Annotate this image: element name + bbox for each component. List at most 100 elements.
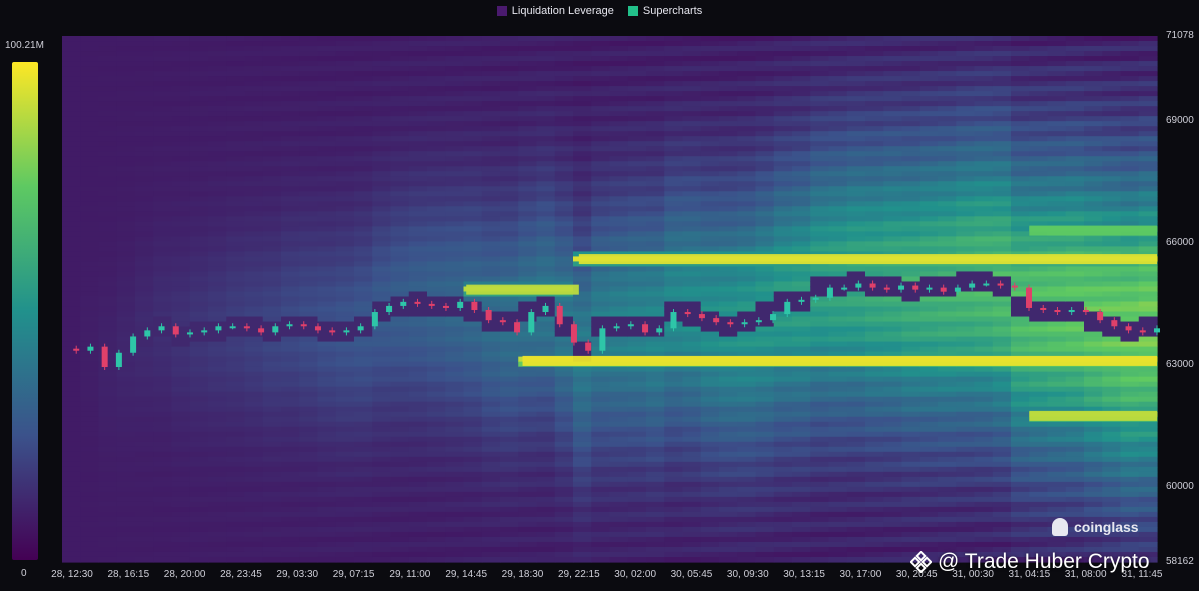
heatmap-cell <box>226 251 246 258</box>
heatmap-cell <box>335 441 355 448</box>
heatmap-cell <box>810 406 830 413</box>
heatmap-cell <box>846 236 866 242</box>
heatmap-cell <box>755 101 775 107</box>
heatmap-cell <box>573 136 592 142</box>
heatmap-cell <box>573 371 592 378</box>
heatmap-cell <box>427 511 446 518</box>
heatmap-cell <box>80 411 100 418</box>
heatmap-cell <box>682 156 702 162</box>
heatmap-cell <box>828 506 848 513</box>
heatmap-cell <box>372 511 392 518</box>
heatmap-chart[interactable] <box>0 0 1199 591</box>
heatmap-cell <box>481 336 501 343</box>
heatmap-cell <box>244 126 264 132</box>
heatmap-cell <box>792 466 811 473</box>
heatmap-cell <box>262 441 282 448</box>
heatmap-cell <box>865 276 884 283</box>
heatmap-cell <box>262 141 282 147</box>
heatmap-cell <box>737 226 757 232</box>
heatmap-cell <box>755 336 775 343</box>
heatmap-cell <box>919 96 939 102</box>
heatmap-cell <box>80 361 100 368</box>
heatmap-cell <box>609 76 629 82</box>
heatmap-cell <box>664 191 684 197</box>
heatmap-cell <box>646 511 665 518</box>
heatmap-cell <box>646 96 665 102</box>
heatmap-cell <box>536 396 556 403</box>
heatmap-cell <box>354 166 373 172</box>
heatmap-cell <box>883 376 903 383</box>
heatmap-cell <box>153 231 173 237</box>
heatmap-cell <box>773 176 793 182</box>
heatmap-cell <box>317 371 337 378</box>
heatmap-cell <box>883 131 903 137</box>
heatmap-cell <box>755 231 775 237</box>
heatmap-cell <box>810 421 830 428</box>
heatmap-cell <box>518 426 538 433</box>
heatmap-cell <box>299 81 319 87</box>
heatmap-cell <box>116 101 136 107</box>
heatmap-cell <box>682 501 702 508</box>
heatmap-cell <box>773 531 793 538</box>
heatmap-cell <box>208 441 227 448</box>
heatmap-cell <box>518 176 538 182</box>
heatmap-cell <box>792 516 811 523</box>
heatmap-cell <box>901 151 921 157</box>
heatmap-cell <box>354 521 373 528</box>
heatmap-cell <box>445 421 465 428</box>
heatmap-cell <box>554 171 574 177</box>
heatmap-cell <box>646 301 665 308</box>
heatmap-cell <box>153 521 173 528</box>
heatmap-cell <box>116 396 136 403</box>
heatmap-cell <box>171 176 191 182</box>
heatmap-cell <box>408 446 428 453</box>
heatmap-cell <box>810 56 830 62</box>
heatmap-cell <box>719 486 738 493</box>
heatmap-cell <box>463 421 483 428</box>
heatmap-cell <box>427 506 446 513</box>
heatmap-cell <box>810 436 830 443</box>
heatmap-cell <box>554 436 574 443</box>
heatmap-cell <box>591 546 611 553</box>
heatmap-cell <box>98 546 118 553</box>
heatmap-cell <box>518 66 538 72</box>
heatmap-cell <box>609 246 629 253</box>
heatmap-cell <box>262 381 282 388</box>
heatmap-cell <box>755 151 775 157</box>
heatmap-cell <box>262 421 282 428</box>
heatmap-cell <box>208 336 227 343</box>
heatmap-cell <box>445 356 465 363</box>
heatmap-cell <box>536 551 556 558</box>
heatmap-cell <box>62 306 81 313</box>
heatmap-cell <box>281 91 300 97</box>
heatmap-cell <box>646 146 665 152</box>
heatmap-cell <box>445 431 465 438</box>
heatmap-cell <box>226 121 246 127</box>
heatmap-cell <box>719 91 738 97</box>
heatmap-cell <box>481 76 501 82</box>
heatmap-cell <box>153 61 173 67</box>
heatmap-cell <box>135 396 154 403</box>
heatmap-cell <box>500 446 519 453</box>
heatmap-cell <box>554 491 574 498</box>
heatmap-cell <box>737 486 757 493</box>
heatmap-cell <box>755 551 775 558</box>
heatmap-cell <box>792 306 811 313</box>
heatmap-cell <box>737 101 757 107</box>
heatmap-cell <box>755 56 775 62</box>
heatmap-cell <box>609 286 629 293</box>
heatmap-cell <box>226 491 246 498</box>
heatmap-cell <box>554 516 574 523</box>
heatmap-cell <box>883 521 903 528</box>
heatmap-cell <box>773 161 793 167</box>
heatmap-cell <box>500 46 519 52</box>
heatmap-cell <box>189 456 209 463</box>
heatmap-cell <box>171 161 191 167</box>
heatmap-cell <box>828 451 848 458</box>
heatmap-cell <box>335 276 355 283</box>
heatmap-cell <box>591 531 611 538</box>
heatmap-cell <box>682 271 702 278</box>
heatmap-cell <box>335 296 355 303</box>
heatmap-cell <box>609 366 629 373</box>
heatmap-cell <box>335 531 355 538</box>
